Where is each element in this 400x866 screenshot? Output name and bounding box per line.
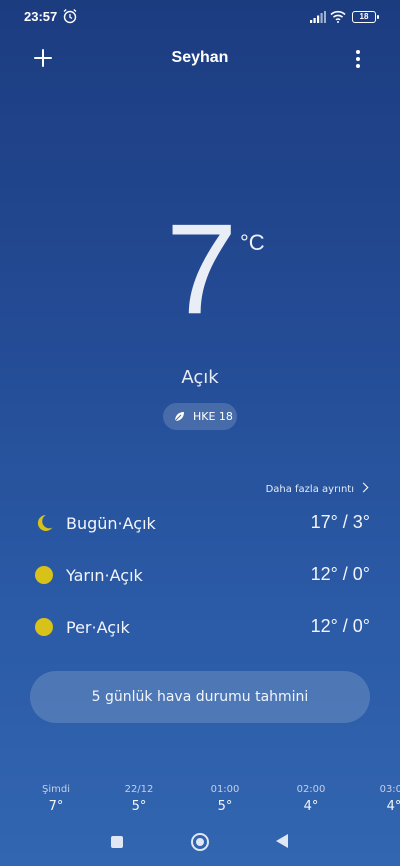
hourly-item: 02:00 4° [281,784,341,814]
hourly-temp: 7° [48,799,64,814]
hourly-time: 02:00 [296,784,326,795]
hourly-item: 01:00 5° [195,784,255,814]
hourly-item: Şimdi 7° [26,784,86,814]
air-quality-badge[interactable]: HKE 18 [163,403,237,430]
hourly-time: 03:00 [379,784,400,795]
sun-icon [35,566,53,584]
status-time: 23:57 [24,9,58,24]
sun-icon [35,618,53,636]
daily-range: 17° / 3° [310,512,370,532]
hourly-temp: 4° [386,799,400,814]
more-details-link[interactable]: Daha fazla ayrıntı [265,482,369,495]
daily-row-tomorrow[interactable]: Yarın·Açık 12° / 0° [0,558,400,592]
temperature-unit: °C [240,230,265,255]
daily-range: 12° / 0° [310,564,370,584]
hourly-time: Şimdi [42,784,70,795]
top-bar: Seyhan [0,40,400,80]
daily-range: 12° / 0° [310,616,370,636]
alarm-icon [63,9,77,24]
daily-row-thursday[interactable]: Per·Açık 12° / 0° [0,610,400,644]
back-button[interactable] [276,834,288,848]
battery-icon: 18 [352,11,379,23]
hourly-item: 22/12 5° [109,784,169,814]
daily-label: Yarın·Açık [66,566,143,585]
more-options-icon[interactable] [354,50,362,68]
status-bar: 23:57 18 [0,0,400,36]
current-condition: Açık [181,367,219,388]
hourly-temp: 5° [131,799,147,814]
leaf-icon [174,412,184,422]
hourly-item: 03:00 4° [364,784,400,814]
hourly-time: 01:00 [210,784,240,795]
hourly-forecast[interactable]: Şimdi 7° 22/12 5° 01:00 5° 02:00 4° 03:0… [0,784,400,820]
hourly-temp: 5° [217,799,233,814]
aqi-label: HKE 18 [193,410,233,423]
signal-icon [310,11,326,23]
wifi-icon [330,10,346,23]
five-day-forecast-button[interactable]: 5 günlük hava durumu tahmini [30,671,370,723]
hourly-temp: 4° [303,799,319,814]
city-name: Seyhan [171,49,229,66]
daily-label: Per·Açık [66,618,130,637]
more-details-label: Daha fazla ayrıntı [265,484,354,495]
hourly-time: 22/12 [124,784,154,795]
navigation-bar [0,826,400,860]
recents-button[interactable] [111,836,123,848]
daily-row-today[interactable]: Bugün·Açık 17° / 3° [0,506,400,540]
home-button[interactable] [191,833,209,851]
daily-label: Bugün·Açık [66,514,156,533]
current-temperature: 7 [166,198,238,341]
chevron-right-icon [358,482,369,493]
moon-icon [37,514,53,531]
